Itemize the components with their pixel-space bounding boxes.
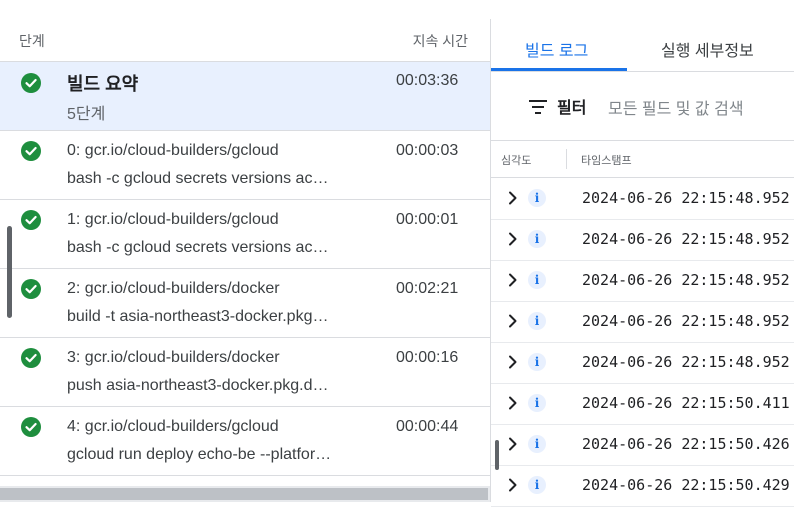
success-check-icon	[21, 348, 41, 368]
step-duration: 00:02:21	[396, 280, 459, 297]
filter-label[interactable]: 필터	[557, 94, 586, 118]
expand-chevron-icon[interactable]	[505, 354, 521, 370]
build-summary-row[interactable]: 빌드 요약 5단계 00:03:36	[0, 62, 490, 131]
log-timestamp: 2024-06-26 22:15:48.952	[582, 312, 790, 330]
log-row[interactable]: i 2024-06-26 22:15:48.952	[491, 260, 794, 302]
column-separator[interactable]	[566, 149, 567, 169]
step-args: bash -c gcloud secrets versions ac…	[67, 239, 329, 256]
info-severity-icon: i	[528, 394, 546, 412]
log-row[interactable]: i 2024-06-26 22:15:48.952	[491, 178, 794, 220]
step-name: 2: gcr.io/cloud-builders/docker	[67, 280, 280, 297]
step-name: 0: gcr.io/cloud-builders/gcloud	[67, 142, 279, 159]
log-row[interactable]: i 2024-06-26 22:15:50.411	[491, 383, 794, 425]
vertical-scrollbar[interactable]	[7, 226, 12, 318]
summary-title: 빌드 요약	[67, 74, 139, 94]
filter-icon[interactable]	[529, 100, 547, 114]
build-step-row[interactable]: 1: gcr.io/cloud-builders/gcloud bash -c g…	[0, 200, 490, 269]
step-args: push asia-northeast3-docker.pkg.d…	[67, 377, 329, 394]
build-step-row[interactable]: 0: gcr.io/cloud-builders/gcloud bash -c g…	[0, 131, 490, 200]
timestamp-column-header: 타임스탬프	[581, 155, 632, 167]
log-timestamp: 2024-06-26 22:15:48.952	[582, 189, 790, 207]
severity-column-header: 심각도	[501, 155, 532, 167]
info-severity-icon: i	[528, 230, 546, 248]
log-row[interactable]: i 2024-06-26 22:15:50.426	[491, 424, 794, 466]
log-row[interactable]: i 2024-06-26 22:15:48.952	[491, 219, 794, 261]
success-check-icon	[21, 279, 41, 299]
expand-chevron-icon[interactable]	[505, 272, 521, 288]
tab-bar: 빌드 로그 실행 세부정보	[491, 20, 794, 72]
success-check-icon	[21, 210, 41, 230]
step-args: bash -c gcloud secrets versions ac…	[67, 170, 329, 187]
success-check-icon	[21, 73, 41, 93]
log-timestamp: 2024-06-26 22:15:50.429	[582, 476, 790, 494]
build-log-panel: 빌드 로그 실행 세부정보 필터 모든 필드 및 값 검색 심각도 타임스탬프 …	[491, 0, 794, 507]
steps-table-header: 단계 지속 시간	[0, 20, 490, 62]
log-row[interactable]: i 2024-06-26 22:15:48.952	[491, 342, 794, 384]
build-step-row[interactable]: 4: gcr.io/cloud-builders/gcloud gcloud ru…	[0, 407, 490, 476]
success-check-icon	[21, 141, 41, 161]
info-severity-icon: i	[528, 476, 546, 494]
horizontal-scrollbar[interactable]	[0, 486, 490, 502]
summary-step-count: 5단계	[67, 106, 106, 123]
tab-build-log[interactable]: 빌드 로그	[525, 37, 588, 61]
info-severity-icon: i	[528, 435, 546, 453]
info-severity-icon: i	[528, 271, 546, 289]
log-timestamp: 2024-06-26 22:15:48.952	[582, 271, 790, 289]
build-step-row[interactable]: 2: gcr.io/cloud-builders/docker build -t …	[0, 269, 490, 338]
active-tab-indicator	[491, 68, 627, 71]
expand-chevron-icon[interactable]	[505, 190, 521, 206]
step-duration: 00:00:44	[396, 418, 459, 435]
success-check-icon	[21, 417, 41, 437]
log-timestamp: 2024-06-26 22:15:50.426	[582, 435, 790, 453]
filter-search-input[interactable]: 모든 필드 및 값 검색	[608, 95, 744, 119]
log-row[interactable]: i 2024-06-26 22:15:48.952	[491, 301, 794, 343]
log-vertical-scrollbar[interactable]	[495, 440, 499, 470]
info-severity-icon: i	[528, 312, 546, 330]
info-severity-icon: i	[528, 189, 546, 207]
log-row[interactable]: i 2024-06-26 22:15:50.429	[491, 465, 794, 507]
step-duration: 00:00:16	[396, 349, 459, 366]
info-severity-icon: i	[528, 353, 546, 371]
log-timestamp: 2024-06-26 22:15:50.411	[582, 394, 790, 412]
step-name: 1: gcr.io/cloud-builders/gcloud	[67, 211, 279, 228]
expand-chevron-icon[interactable]	[505, 395, 521, 411]
log-table-header: 심각도 타임스탬프	[491, 141, 794, 178]
step-name: 3: gcr.io/cloud-builders/docker	[67, 349, 280, 366]
tab-execution-details[interactable]: 실행 세부정보	[661, 37, 754, 61]
summary-duration: 00:03:36	[396, 72, 459, 89]
step-name: 4: gcr.io/cloud-builders/gcloud	[67, 418, 279, 435]
step-args: gcloud run deploy echo-be --platfor…	[67, 446, 332, 463]
horizontal-scrollbar-thumb[interactable]	[0, 488, 488, 500]
log-timestamp: 2024-06-26 22:15:48.952	[582, 353, 790, 371]
step-args: build -t asia-northeast3-docker.pkg…	[67, 308, 329, 325]
expand-chevron-icon[interactable]	[505, 313, 521, 329]
expand-chevron-icon[interactable]	[505, 477, 521, 493]
log-timestamp: 2024-06-26 22:15:48.952	[582, 230, 790, 248]
step-duration: 00:00:01	[396, 211, 459, 228]
build-steps-panel: 단계 지속 시간 빌드 요약 5단계 00:03:36 0: gcr.io/cl…	[0, 0, 490, 502]
build-step-row[interactable]: 3: gcr.io/cloud-builders/docker push asia…	[0, 338, 490, 407]
expand-chevron-icon[interactable]	[505, 231, 521, 247]
step-column-header: 단계	[19, 33, 45, 49]
expand-chevron-icon[interactable]	[505, 436, 521, 452]
filter-bar: 필터 모든 필드 및 값 검색	[491, 72, 794, 141]
duration-column-header: 지속 시간	[412, 33, 468, 49]
step-duration: 00:00:03	[396, 142, 459, 159]
